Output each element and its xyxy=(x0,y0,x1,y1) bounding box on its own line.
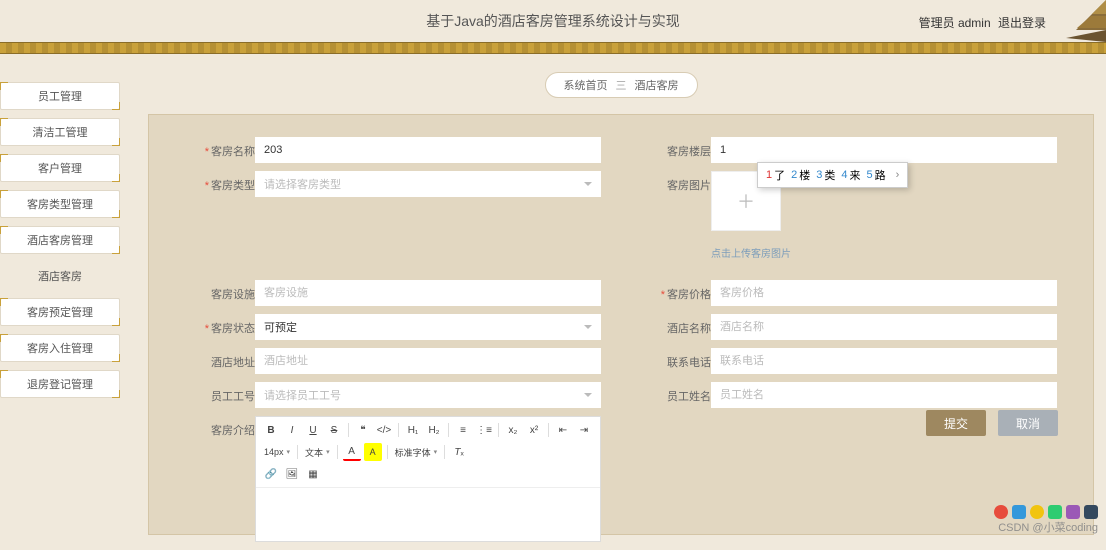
fontsize-select[interactable]: 14px▾ xyxy=(262,447,292,457)
admin-label: 管理员 admin xyxy=(919,16,991,30)
room-status-select[interactable]: 可预定 xyxy=(255,314,601,340)
room-type-select[interactable]: 请选择客房类型 xyxy=(255,171,601,197)
list-unordered-icon[interactable]: ⋮≡ xyxy=(475,421,493,439)
link-icon[interactable]: 🔗 xyxy=(262,465,280,483)
strike-icon[interactable]: S xyxy=(325,421,343,439)
sidebar-item-staff[interactable]: 员工管理 xyxy=(0,82,120,110)
sidebar-item-checkin[interactable]: 客房入住管理 xyxy=(0,334,120,362)
ime-candidate-popup[interactable]: 1了 2楼 3类 4来 5路 › xyxy=(757,162,908,188)
watermark: CSDN @小菜coding xyxy=(998,519,1098,535)
underline-icon[interactable]: U xyxy=(304,421,322,439)
upload-hint: 点击上传客房图片 xyxy=(711,245,1057,260)
room-name-input[interactable] xyxy=(255,137,601,163)
sidebar-item-hotelroom[interactable]: 酒店客房管理 xyxy=(0,226,120,254)
sidebar-item-rooms[interactable]: 酒店客房 xyxy=(0,262,120,290)
room-device-input[interactable] xyxy=(255,280,601,306)
header: 基于Java的酒店客房管理系统设计与实现 管理员 admin 退出登录 xyxy=(0,0,1106,42)
room-price-input[interactable] xyxy=(711,280,1057,306)
page-title: 基于Java的酒店客房管理系统设计与实现 xyxy=(426,11,680,31)
stdfont-select[interactable]: 标准字体▾ xyxy=(393,446,440,459)
hotel-addr-input[interactable] xyxy=(255,348,601,374)
main-content: 系统首页 三 酒店客房 *客房名称 客房楼层 *客房类型 请选择客房类型 xyxy=(128,54,1106,539)
list-ordered-icon[interactable]: ≡ xyxy=(454,421,472,439)
breadcrumb-sep: 三 xyxy=(616,77,627,93)
form-panel: *客房名称 客房楼层 *客房类型 请选择客房类型 客房图片 ＋ xyxy=(148,114,1094,535)
indent-icon[interactable]: ⇥ xyxy=(575,421,593,439)
table-icon[interactable]: ▦ xyxy=(304,465,322,483)
code-icon[interactable]: </> xyxy=(375,421,393,439)
sidebar-item-cleaner[interactable]: 清洁工管理 xyxy=(0,118,120,146)
h2-icon[interactable]: H₂ xyxy=(425,421,443,439)
chevron-right-icon[interactable]: › xyxy=(896,169,900,181)
bgcolor-icon[interactable]: A xyxy=(364,443,382,461)
image-icon[interactable]: 🖼 xyxy=(283,465,301,483)
sidebar-item-customer[interactable]: 客户管理 xyxy=(0,154,120,182)
breadcrumb-home[interactable]: 系统首页 xyxy=(564,77,608,93)
plus-icon: ＋ xyxy=(737,188,755,214)
fontcolor-icon[interactable]: A xyxy=(343,443,361,461)
subscript-icon[interactable]: x₂ xyxy=(504,421,522,439)
room-floor-input[interactable] xyxy=(711,137,1057,163)
superscript-icon[interactable]: x² xyxy=(525,421,543,439)
sidebar-item-checkout[interactable]: 退房登记管理 xyxy=(0,370,120,398)
breadcrumb: 系统首页 三 酒店客房 xyxy=(545,72,698,98)
sidebar-item-reserve[interactable]: 客房预定管理 xyxy=(0,298,120,326)
sidebar: 员工管理 清洁工管理 客户管理 客房类型管理 酒店客房管理 酒店客房 客房预定管… xyxy=(0,54,128,539)
header-userinfo: 管理员 admin 退出登录 xyxy=(919,14,1046,31)
staff-name-input[interactable] xyxy=(711,382,1057,408)
clearformat-icon[interactable]: Tₓ xyxy=(450,443,468,461)
sidebar-item-roomtype[interactable]: 客房类型管理 xyxy=(0,190,120,218)
hotel-name-input[interactable] xyxy=(711,314,1057,340)
decorative-band xyxy=(0,42,1106,54)
contact-phone-input[interactable] xyxy=(711,348,1057,374)
outdent-icon[interactable]: ⇤ xyxy=(554,421,572,439)
h1-icon[interactable]: H₁ xyxy=(404,421,422,439)
staff-id-select[interactable]: 请选择员工工号 xyxy=(255,382,601,408)
cancel-button[interactable]: 取消 xyxy=(998,410,1058,436)
logout-link[interactable]: 退出登录 xyxy=(998,16,1046,30)
editor-toolbar: B I U S ❝ </> H₁ H₂ xyxy=(256,417,600,488)
rich-text-editor[interactable]: B I U S ❝ </> H₁ H₂ xyxy=(255,416,601,542)
breadcrumb-current: 酒店客房 xyxy=(635,77,679,93)
roof-decoration xyxy=(1046,0,1106,42)
quote-icon[interactable]: ❝ xyxy=(354,421,372,439)
bold-icon[interactable]: B xyxy=(262,421,280,439)
italic-icon[interactable]: I xyxy=(283,421,301,439)
textstyle-select[interactable]: 文本▾ xyxy=(303,446,332,459)
submit-button[interactable]: 提交 xyxy=(926,410,986,436)
overlay-app-icons xyxy=(994,505,1098,519)
